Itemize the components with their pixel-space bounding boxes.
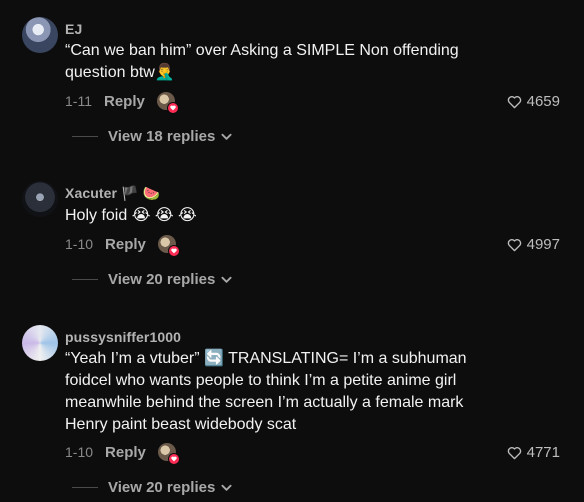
chevron-down-icon	[221, 484, 232, 491]
like-count: 4771	[526, 444, 560, 461]
comment-date: 1-10	[65, 444, 94, 460]
like-button[interactable]: 4771	[507, 444, 560, 461]
comment-text: “Yeah I’m a vtuber” 🔄 TRANSLATING= I’m a…	[65, 350, 467, 433]
comment-item: pussysniffer1000 “Yeah I’m a vtuber” 🔄 T…	[0, 0, 584, 502]
heart-badge-icon	[167, 453, 180, 465]
view-replies-button[interactable]: View 20 replies	[72, 479, 232, 496]
reply-button[interactable]: Reply	[105, 444, 146, 461]
comment-meta: 1-10 Reply	[65, 443, 180, 465]
heart-outline-icon	[507, 446, 521, 459]
comment-username[interactable]: pussysniffer1000	[65, 329, 181, 345]
divider-line	[72, 487, 98, 488]
avatar[interactable]	[22, 325, 58, 361]
view-replies-label: View 20 replies	[108, 479, 216, 496]
creator-avatar-heart-icon	[157, 443, 180, 465]
